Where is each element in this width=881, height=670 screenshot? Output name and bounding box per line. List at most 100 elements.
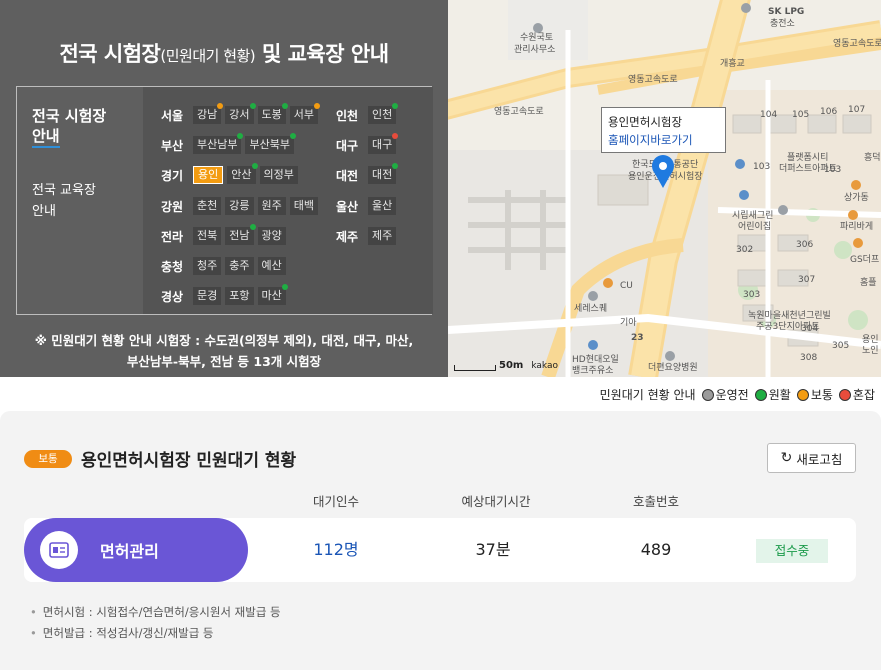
site-masan[interactable]: 마산	[257, 284, 288, 305]
refresh-button[interactable]: ↻ 새로고침	[767, 443, 856, 473]
site-yongin[interactable]: 용인	[193, 166, 224, 184]
site-gangnam[interactable]: 강남	[193, 103, 224, 124]
status-dot-icon	[251, 163, 258, 169]
map-info-popup: 용인면허시험장 홈페이지바로가기	[601, 107, 726, 153]
region-name: 충청	[161, 259, 184, 274]
menu-item-test-sites[interactable]: 전국 시험장 안내	[32, 106, 128, 148]
region-name: 대구	[336, 138, 359, 153]
svg-text:304: 304	[801, 324, 818, 334]
map-canvas[interactable]: 수원국토관리사무소 SK LPG충전소 영동고속도로 개흥교 영동고속도로 영동…	[448, 0, 881, 377]
board-menu: 전국 시험장 안내 전국 교육장 안내	[17, 87, 143, 314]
waiting-status-panel: 보통 용인면허시험장 민원대기 현황 ↻ 새로고침 대기인수 예상대기시간 호출…	[0, 411, 881, 670]
status-title: 용인면허시험장 민원대기 현황	[81, 451, 297, 471]
scale-bar-icon	[454, 365, 496, 371]
map-scale: 50m kakao	[454, 360, 558, 371]
site-uijeongbu[interactable]: 의정부	[259, 166, 298, 184]
status-badge: 보통	[24, 450, 72, 468]
svg-text:기아: 기아	[620, 317, 637, 328]
region-busan: 부산 부산남부 부산북부	[161, 133, 298, 154]
legend-title: 민원대기 현황 안내	[599, 388, 696, 402]
status-dot-icon	[281, 284, 288, 290]
site-gwangyang[interactable]: 광양	[257, 227, 286, 245]
status-dot-icon	[217, 103, 224, 109]
status-dot-icon	[237, 133, 244, 139]
status-legend: 민원대기 현황 안내 운영전 원활 보통 혼잡	[600, 386, 875, 403]
svg-text:상가동: 상가동	[844, 192, 869, 203]
svg-text:23: 23	[631, 333, 644, 343]
site-daegu[interactable]: 대구	[368, 133, 399, 154]
column-header-call-number: 호출번호	[632, 494, 679, 509]
svg-text:303: 303	[743, 290, 760, 300]
site-pohang[interactable]: 포항	[225, 287, 254, 305]
status-row: 면허관리 112명 37분 489 접수중	[24, 518, 856, 582]
status-dot-icon	[249, 103, 256, 109]
homepage-link[interactable]: 홈페이지바로가기	[608, 133, 693, 147]
status-dot-icon	[796, 388, 809, 401]
site-yesan[interactable]: 예산	[257, 257, 286, 275]
status-dot-icon	[289, 133, 296, 139]
site-ansan[interactable]: 안산	[227, 163, 258, 184]
region-incheon: 인천 인천	[336, 103, 400, 124]
menu-item-label-1: 전국 시험장	[32, 107, 107, 125]
site-taebaek[interactable]: 태백	[289, 197, 318, 215]
svg-text:플랫폼시티: 플랫폼시티	[787, 152, 828, 163]
svg-text:SK LPG: SK LPG	[768, 7, 804, 17]
map-provider: kakao	[531, 361, 558, 371]
site-jeonbuk[interactable]: 전북	[193, 227, 222, 245]
id-card-icon	[40, 531, 78, 569]
site-daejeon[interactable]: 대전	[368, 163, 399, 184]
site-wonju[interactable]: 원주	[257, 197, 286, 215]
region-name: 울산	[336, 199, 359, 214]
svg-text:107: 107	[848, 105, 865, 115]
menu-item-education-sites[interactable]: 전국 교육장 안내	[32, 180, 128, 222]
svg-text:시립새그린: 시립새그린	[732, 210, 773, 221]
site-chungju[interactable]: 충주	[225, 257, 254, 275]
site-gangneung[interactable]: 강릉	[225, 197, 254, 215]
region-name: 서울	[161, 108, 184, 123]
legend-item-smooth: 원활	[754, 386, 791, 403]
site-dobong[interactable]: 도봉	[257, 103, 288, 124]
panel-title: 전국 시험장(민원대기 현황) 및 교육장 안내	[0, 38, 448, 68]
site-busan-bukbu[interactable]: 부산북부	[245, 133, 296, 154]
legend-item-normal: 보통	[796, 386, 833, 403]
svg-text:더퍼스트아파트: 더퍼스트아파트	[779, 163, 837, 174]
title-main: 전국 시험장	[59, 42, 161, 66]
svg-text:수원국토: 수원국토	[520, 32, 553, 43]
region-daegu: 대구 대구	[336, 133, 400, 154]
site-mungyeong[interactable]: 문경	[193, 287, 222, 305]
svg-text:영동고속도로: 영동고속도로	[494, 106, 544, 117]
column-header-expected-time: 예상대기시간	[461, 494, 531, 509]
svg-text:더편요양병원: 더편요양병원	[648, 361, 698, 373]
site-gangseo[interactable]: 강서	[225, 103, 256, 124]
svg-text:302: 302	[736, 245, 753, 255]
region-gangwon: 강원 춘천 강릉 원주 태백	[161, 197, 322, 215]
waiting-count: 112명	[313, 540, 359, 559]
site-ulsan[interactable]: 울산	[368, 197, 397, 215]
region-jeju: 제주 제주	[336, 227, 400, 245]
svg-text:GS더프: GS더프	[850, 254, 879, 265]
site-seobu[interactable]: 서부	[289, 103, 320, 124]
svg-text:흥덕: 흥덕	[864, 151, 881, 163]
region-name: 대전	[336, 168, 359, 183]
popup-title: 용인면허시험장	[608, 115, 683, 129]
title-paren: (민원대기 현황)	[160, 47, 256, 65]
status-dot-icon	[392, 133, 399, 139]
status-dot-icon	[838, 388, 851, 401]
location-map[interactable]: 수원국토 관리사무소 SK LPG 충전소 영동고속도로 개흥교 영동고속도로 영동…	[448, 0, 881, 377]
site-busan-nambu[interactable]: 부산남부	[193, 133, 244, 154]
region-name: 전라	[161, 229, 184, 244]
site-cheongju[interactable]: 청주	[193, 257, 222, 275]
site-jeonnam[interactable]: 전남	[225, 224, 256, 245]
status-dot-icon	[754, 388, 767, 401]
svg-text:HD현대오일: HD현대오일	[572, 354, 619, 365]
legend-item-crowded: 혼잡	[838, 386, 875, 403]
status-dot-icon	[392, 163, 399, 169]
svg-text:103: 103	[753, 162, 770, 172]
site-jeju[interactable]: 제주	[368, 227, 397, 245]
region-gyeongsang: 경상 문경 포항 마산	[161, 284, 290, 305]
menu-item-label-2: 안내	[32, 127, 60, 148]
svg-text:개흥교: 개흥교	[720, 57, 745, 69]
site-incheon[interactable]: 인천	[368, 103, 399, 124]
category-pill: 면허관리	[24, 518, 248, 582]
site-chuncheon[interactable]: 춘천	[193, 197, 222, 215]
